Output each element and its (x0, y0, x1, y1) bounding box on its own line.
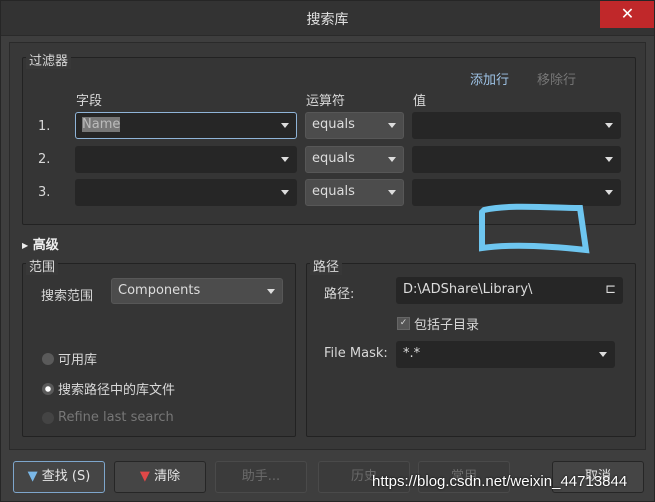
window-border (0, 0, 655, 502)
